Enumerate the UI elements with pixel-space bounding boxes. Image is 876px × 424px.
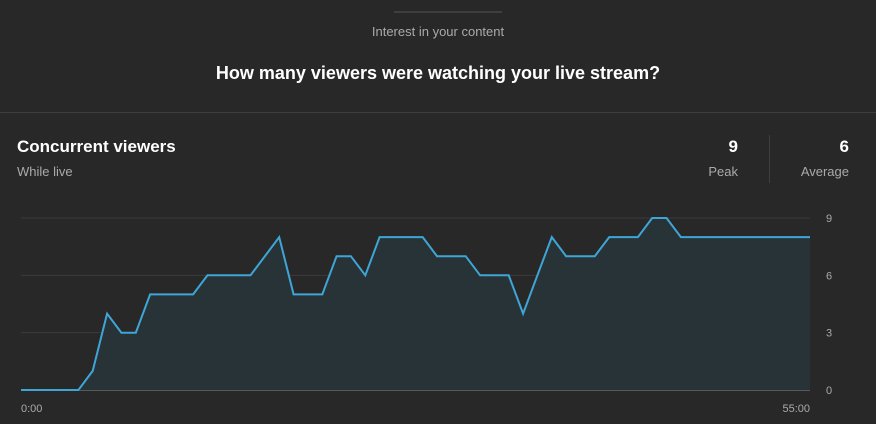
y-tick-label: 0 [826, 385, 832, 397]
y-tick-label: 6 [826, 270, 832, 282]
x-tick-label: 0:00 [21, 403, 42, 415]
section-question: How many viewers were watching your live… [215, 63, 661, 83]
section-label: Interest in your content [371, 24, 505, 39]
series-area-fill [21, 218, 810, 390]
section-header: Interest in your content How many viewer… [0, 0, 876, 113]
drag-indicator [394, 11, 502, 13]
x-tick-label: 55:00 [782, 403, 810, 415]
y-tick-label: 3 [826, 328, 832, 340]
y-tick-label: 9 [826, 213, 832, 225]
concurrent-viewers-chart[interactable]: 0 3 6 9 0:00 55:00 [0, 113, 876, 424]
concurrent-viewers-card: Concurrent viewers While live 9 Peak 6 A… [0, 113, 876, 424]
